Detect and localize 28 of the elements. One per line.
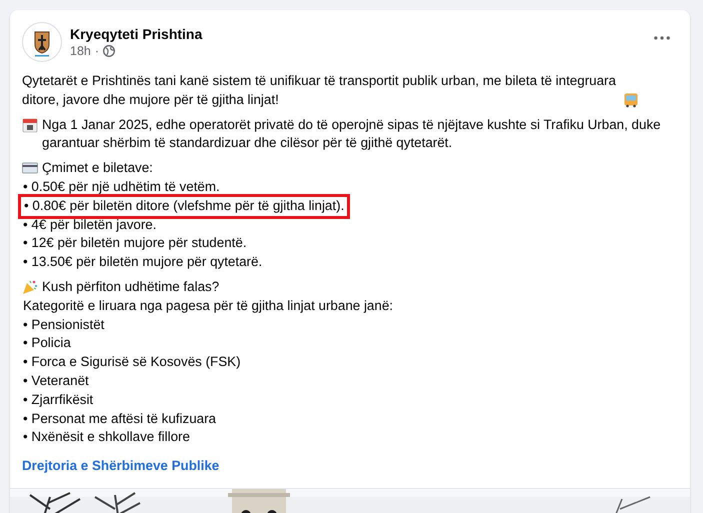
category-item: • Pensionistët	[23, 316, 104, 332]
crest-avatar-icon[interactable]	[22, 22, 62, 62]
calendar-icon	[22, 116, 38, 133]
category-item: • Veteranët	[23, 372, 89, 388]
prices-heading: Çmimet e biletave:	[42, 159, 153, 178]
intro-paragraph: Qytetarët e Prishtinës tani kanë sistem të unifikuar të transportit publik urban, me bileta të integruara ditore, javore dhe mujore për të gjitha linjat!	[22, 72, 617, 109]
category-item: • Forca e Sigurisë së Kosovës (FSK)	[23, 354, 241, 370]
page-link[interactable]: Drejtoria e Shërbimeve Publike	[22, 457, 220, 476]
price-item: • 0.80€ për biletën ditore (vlefshme për të gjitha linjat).	[24, 198, 344, 213]
announcement-paragraph: Nga 1 Janar 2025, edhe operatorët privatë do të operojnë sipas të njëjtave kushte si Trafiku Urban, duke garantuar shërbim të standardizuar dhe cilësor për të gjithë qytetarët.	[42, 116, 662, 152]
free-intro: Kategoritë e liruara nga pagesa për të gjitha linjat urbane janë:	[23, 298, 393, 313]
price-item: • 12€ për biletën mujore për studentë.	[23, 235, 247, 250]
bus-icon	[623, 92, 639, 108]
category-item: • Policia	[23, 335, 71, 350]
post-time[interactable]: 18h	[70, 44, 91, 58]
price-item: • 4€ për biletën javore.	[23, 216, 156, 232]
price-item: • 0.50€ për një udhëtim të vetëm.	[23, 178, 220, 194]
category-item: • Personat me aftësi të kufizuara	[23, 410, 216, 426]
free-heading: Kush përfiton udhëtime falas?	[42, 278, 220, 296]
price-item: • 13.50€ për biletën mujore për qytetarë.	[23, 254, 262, 270]
separator-dot: ·	[94, 44, 100, 58]
party-popper-icon	[22, 278, 38, 295]
globe-icon	[103, 45, 116, 57]
category-item: • Zjarrfikësit	[23, 392, 94, 407]
category-item: • Nxënësit e shkollave fillore	[23, 429, 190, 444]
credit-card-icon	[22, 160, 38, 176]
author-name[interactable]: Kryeqyteti Prishtina	[70, 26, 646, 42]
more-options-icon[interactable]	[654, 36, 670, 40]
